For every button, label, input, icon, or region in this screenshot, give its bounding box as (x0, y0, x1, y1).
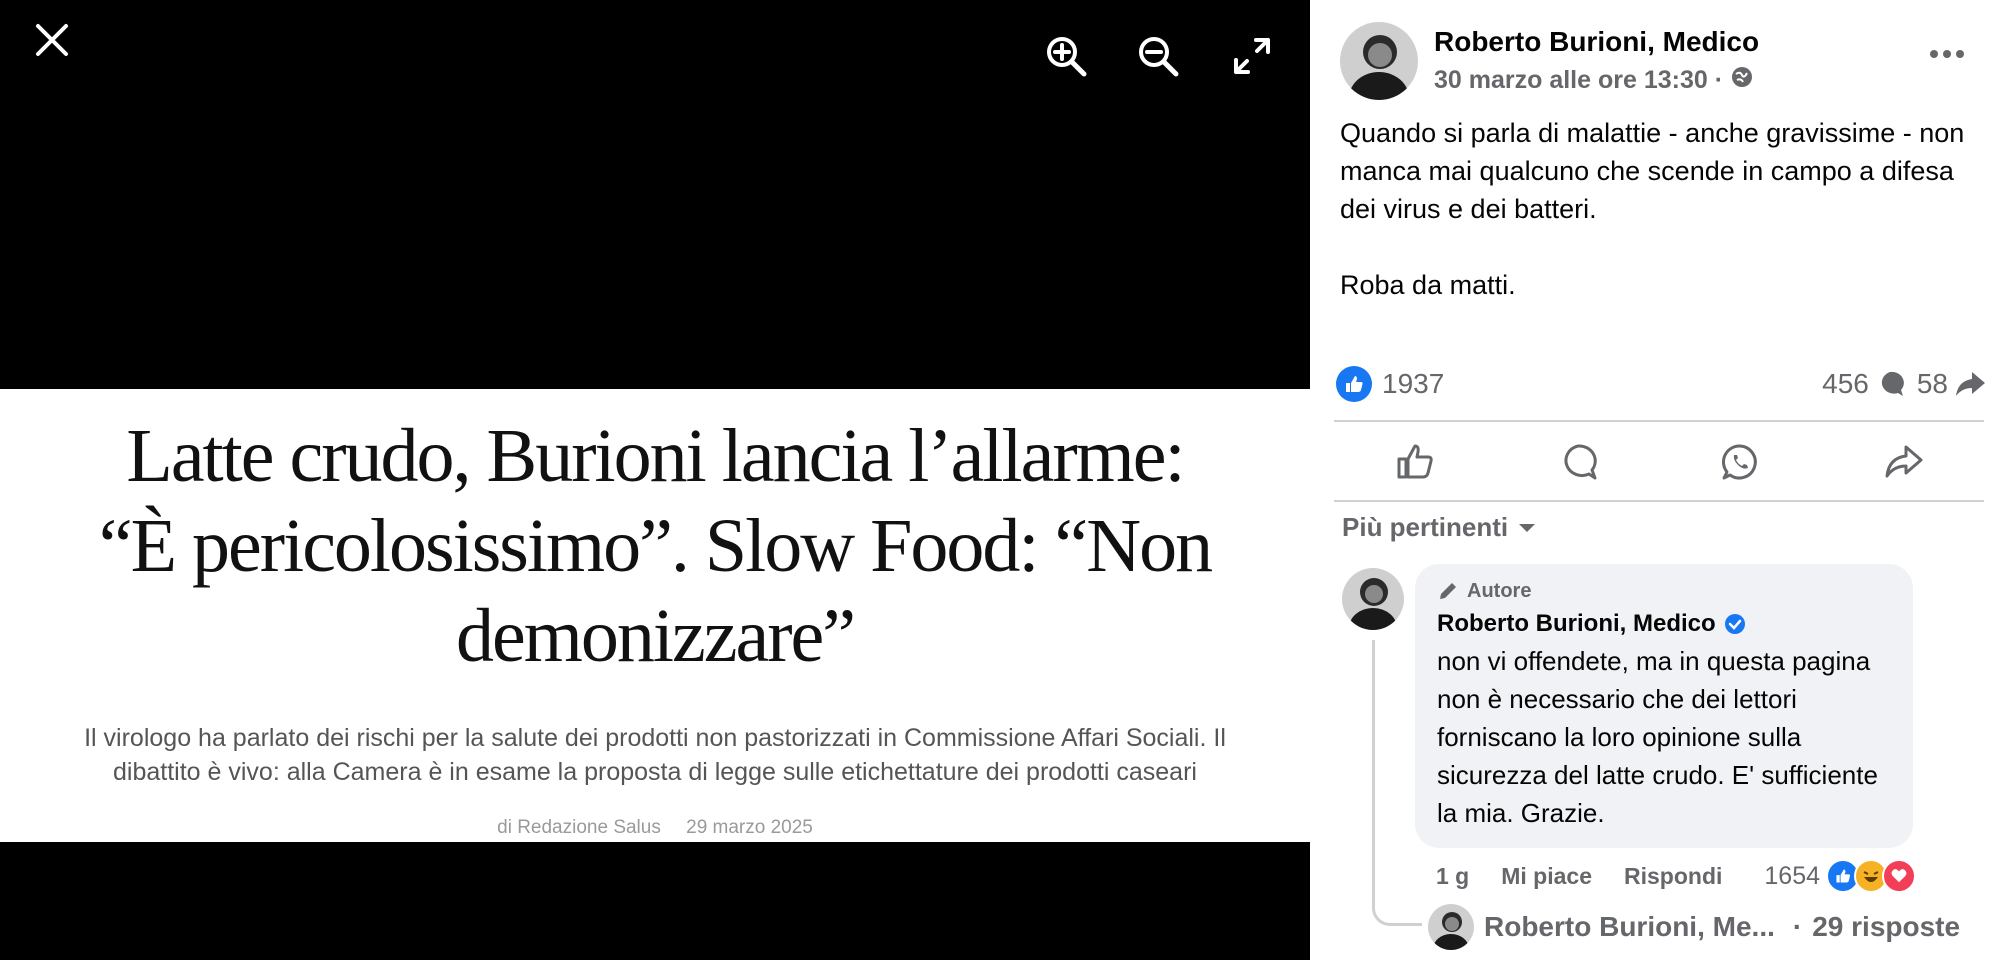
article-image: Latte crudo, Burioni lancia l’allarme: “… (0, 389, 1310, 842)
globe-icon (1731, 66, 1753, 95)
divider (1334, 420, 1984, 422)
comment-text: non vi offendete, ma in questa pagina no… (1437, 646, 1878, 828)
like-reaction-icon[interactable] (1336, 366, 1372, 402)
more-options-icon[interactable] (1922, 44, 1972, 64)
comment-filter-dropdown[interactable]: Più pertinenti (1342, 512, 1536, 543)
comments-count-link[interactable]: 456 (1822, 368, 1905, 400)
zoom-out-icon[interactable] (1136, 34, 1180, 78)
article-meta: di Redazione Salus 29 marzo 2025 (0, 817, 1310, 839)
media-viewer: Latte crudo, Burioni lancia l’allarme: “… (0, 0, 1310, 960)
post-paragraph: Roba da matti. (1340, 270, 1516, 300)
replies-count: 29 risposte (1812, 911, 1961, 942)
post-actions (1334, 430, 1984, 494)
close-icon[interactable] (30, 18, 74, 62)
share-button[interactable] (1873, 432, 1933, 492)
like-button[interactable] (1385, 432, 1445, 492)
whatsapp-icon (1722, 444, 1758, 480)
comment-author[interactable]: Roberto Burioni, Medico (1437, 610, 1891, 638)
divider (1334, 500, 1984, 502)
reactions-count[interactable]: 1937 (1382, 368, 1444, 400)
article-subtitle: Il virologo ha parlato dei rischi per la… (84, 724, 1226, 786)
comment-button[interactable] (1548, 432, 1608, 492)
comment-bubble-icon (1881, 371, 1904, 396)
comment-actions: 1 g Mi piace Rispondi 1654 (1436, 856, 1917, 896)
share-icon (1885, 445, 1923, 478)
commenter-avatar[interactable] (1342, 568, 1404, 630)
reply-avatar (1428, 904, 1474, 950)
comment-icon (1564, 444, 1597, 480)
article-headline: Latte crudo, Burioni lancia l’allarme: “… (98, 414, 1213, 678)
share-arrow-icon (1956, 372, 1985, 396)
comment-like-button[interactable]: Mi piace (1501, 863, 1592, 890)
author-badge-label: Autore (1467, 579, 1532, 602)
whatsapp-button[interactable] (1710, 432, 1770, 492)
post-timestamp[interactable]: 30 marzo alle ore 13:30 · (1434, 66, 1753, 95)
thumbs-up-icon (1397, 444, 1433, 479)
author-badge: Autore (1437, 576, 1891, 606)
shares-count-link[interactable]: 58 (1917, 368, 1986, 400)
post-author[interactable]: Roberto Burioni, Medico (1434, 26, 1759, 58)
shares-count: 58 (1916, 368, 1948, 399)
comment-author-name: Roberto Burioni, Medico (1437, 610, 1716, 637)
comment-filter-label: Più pertinenti (1342, 512, 1509, 542)
pencil-icon (1440, 583, 1456, 599)
comment-reply-button[interactable]: Rispondi (1624, 863, 1722, 890)
fullscreen-icon[interactable] (1230, 34, 1274, 78)
love-reaction-icon (1882, 859, 1917, 893)
comments-count: 456 (1822, 368, 1869, 399)
article-byline: di Redazione Salus (497, 817, 661, 838)
post-body: Quando si parla di malattie - anche grav… (1340, 114, 1980, 304)
view-replies-link[interactable]: Roberto Burioni, Me... · 29 risposte (1428, 904, 1960, 950)
author-avatar[interactable] (1340, 22, 1418, 100)
post-panel: Roberto Burioni, Medico 30 marzo alle or… (1310, 0, 2000, 960)
separator-dot: · (1792, 911, 1803, 942)
reply-author-name: Roberto Burioni, Me... (1484, 911, 1775, 942)
comment-bubble: Autore Roberto Burioni, Medico non vi of… (1415, 564, 1913, 848)
verified-badge-icon (1724, 614, 1745, 634)
post-time-text: 30 marzo alle ore 13:30 · (1434, 66, 1724, 94)
caret-down-icon (1519, 523, 1536, 532)
zoom-in-icon[interactable] (1044, 34, 1088, 78)
comment-age[interactable]: 1 g (1436, 863, 1469, 890)
post-paragraph: Quando si parla di malattie - anche grav… (1340, 118, 1965, 224)
comment-reactions[interactable] (1826, 859, 1917, 893)
article-date: 29 marzo 2025 (686, 817, 813, 838)
comment-reactions-count[interactable]: 1654 (1764, 862, 1820, 891)
post-stats: 1937 456 58 (1336, 364, 1986, 404)
